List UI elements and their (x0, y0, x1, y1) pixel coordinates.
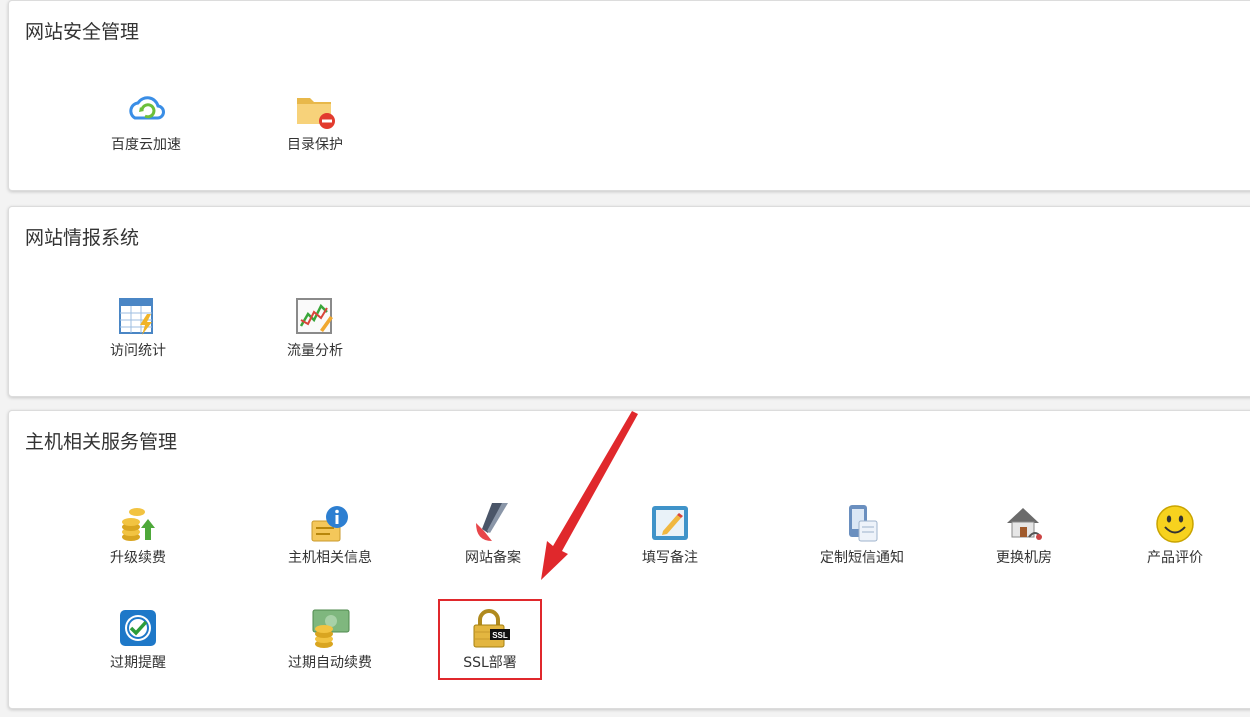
tool-visit-stats[interactable]: 访问统计 (63, 296, 213, 376)
tool-label: 过期提醒 (110, 655, 166, 671)
cloud-accelerate-icon (129, 96, 165, 120)
section-title: 主机相关服务管理 (25, 431, 178, 453)
house-icon (1007, 508, 1042, 540)
clock-check-icon (120, 610, 156, 646)
tool-directory-protect[interactable]: 目录保护 (240, 90, 390, 170)
tool-auto-renew[interactable]: 过期自动续费 (255, 608, 405, 688)
tool-website-record[interactable]: 网站备案 (418, 503, 568, 583)
tool-product-review[interactable]: 产品评价 (1100, 503, 1250, 583)
tool-upgrade-renew[interactable]: 升级续费 (63, 503, 213, 583)
tool-sms-notify[interactable]: 定制短信通知 (787, 503, 937, 583)
tool-label: 填写备注 (642, 550, 698, 566)
section-title: 网站情报系统 (25, 227, 140, 249)
tool-label: 升级续费 (110, 550, 166, 566)
tool-label: 流量分析 (287, 343, 343, 359)
tool-baidu-cloud-accelerate[interactable]: 百度云加速 (71, 90, 221, 170)
tool-label: 访问统计 (110, 343, 166, 359)
tool-expiry-reminder[interactable]: 过期提醒 (63, 608, 213, 688)
smiley-icon (1156, 505, 1194, 543)
coins-upgrade-icon (122, 508, 155, 541)
tool-fill-note[interactable]: 填写备注 (595, 503, 745, 583)
tool-change-datacenter[interactable]: 更换机房 (949, 503, 1099, 583)
traffic-chart-icon (296, 298, 333, 334)
tool-label: 目录保护 (287, 137, 343, 153)
tool-label: 百度云加速 (111, 137, 181, 153)
tool-label: 网站备案 (465, 550, 521, 566)
sms-notify-icon (849, 505, 878, 542)
tool-host-info[interactable]: 主机相关信息 (255, 503, 405, 583)
highlight-box (438, 599, 542, 680)
tool-label: 产品评价 (1147, 550, 1203, 566)
stats-table-icon (119, 298, 153, 335)
tool-label: 更换机房 (996, 550, 1052, 566)
tool-traffic-analysis[interactable]: 流量分析 (240, 296, 390, 376)
record-pen-icon (476, 503, 508, 541)
tool-label: 主机相关信息 (288, 550, 372, 566)
section-title: 网站安全管理 (25, 21, 140, 43)
info-icon (311, 506, 348, 542)
tool-label: 过期自动续费 (288, 655, 372, 671)
money-renew-icon (312, 609, 350, 648)
edit-note-icon (652, 506, 688, 540)
tool-label: 定制短信通知 (820, 550, 904, 566)
folder-protect-icon (297, 98, 335, 129)
